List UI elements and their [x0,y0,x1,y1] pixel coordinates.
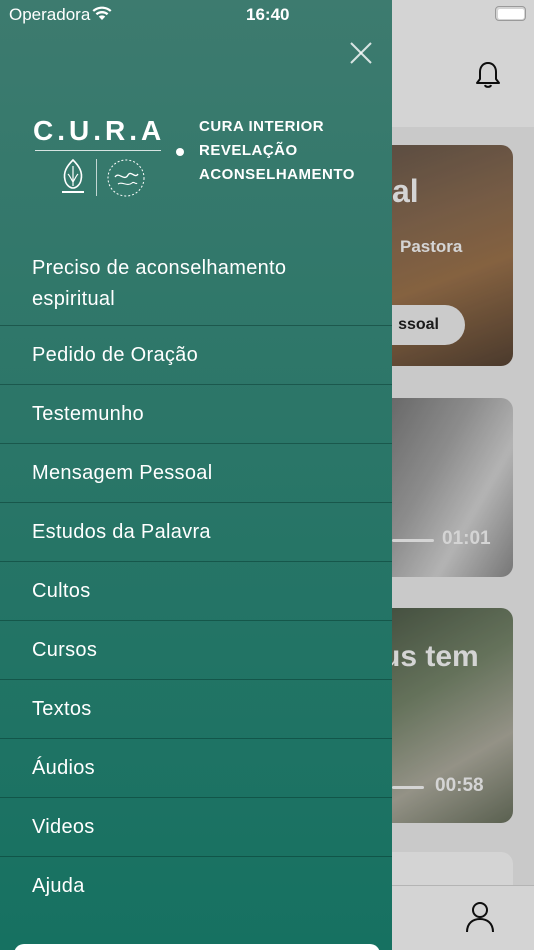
logo-line: REVELAÇÃO [199,142,298,159]
clock: 16:40 [246,5,290,24]
signature-badge-icon [107,159,145,197]
navigation-drawer: C.U.R.A CURA INTERIOR REVELAÇÃO ACONSELH… [0,0,392,950]
menu-item-aconselhamento[interactable]: Preciso de aconselhamento espiritual [0,247,392,326]
battery-fill [497,8,524,19]
menu-item-audios[interactable]: Áudios [0,739,392,798]
close-icon[interactable] [348,40,374,66]
drawer-menu: Preciso de aconselhamento espiritual Ped… [0,247,392,916]
logo-dot [176,148,184,156]
menu-item-pedido-oracao[interactable]: Pedido de Oração [0,326,392,385]
logo-line: CURA INTERIOR [199,118,325,135]
logo-separator [96,159,97,196]
wifi-icon [92,6,112,20]
church-emblem-icon [62,158,84,193]
logo-rule [35,150,161,151]
menu-item-videos[interactable]: Videos [0,798,392,857]
menu-item-estudos-palavra[interactable]: Estudos da Palavra [0,503,392,562]
menu-item-cursos[interactable]: Cursos [0,621,392,680]
menu-item-mensagem-pessoal[interactable]: Mensagem Pessoal [0,444,392,503]
logo-line: ACONSELHAMENTO [199,166,355,183]
logo-tagline: CURA INTERIOR REVELAÇÃO ACONSELHAMENTO [199,115,355,187]
cura-logo: C.U.R.A CURA INTERIOR REVELAÇÃO ACONSELH… [33,115,363,205]
carrier-name: Operadora [9,5,91,24]
logo-wordmark: C.U.R.A [33,115,166,146]
menu-item-ajuda[interactable]: Ajuda [0,857,392,916]
drawer-bottom-button[interactable] [14,944,380,950]
status-bar: Operadora 16:40 [0,0,534,30]
menu-item-testemunho[interactable]: Testemunho [0,385,392,444]
battery-icon [495,6,526,21]
menu-item-textos[interactable]: Textos [0,680,392,739]
menu-item-cultos[interactable]: Cultos [0,562,392,621]
